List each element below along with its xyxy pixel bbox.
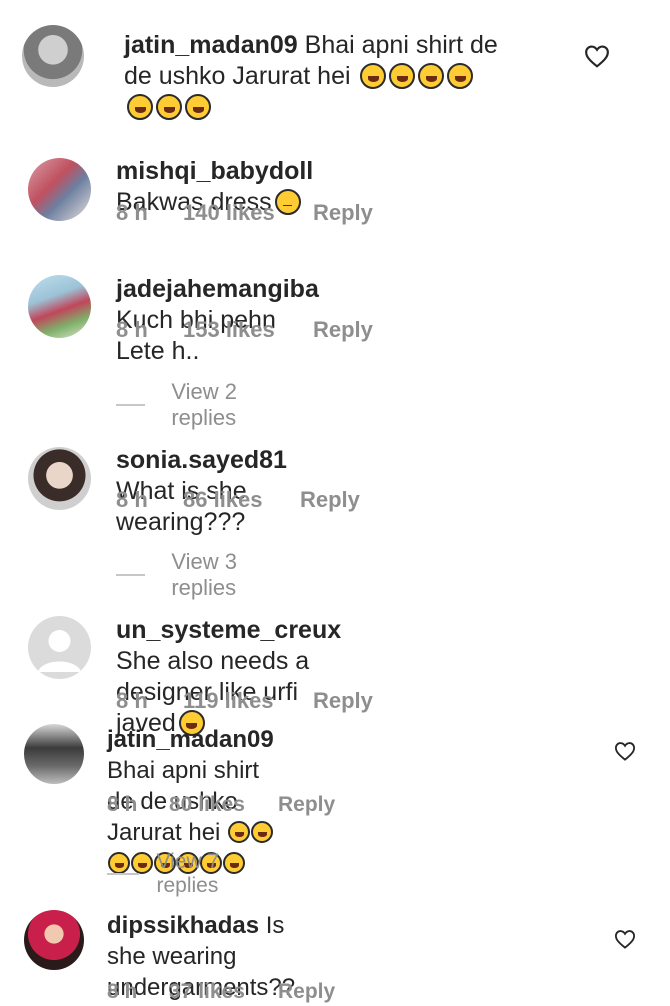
view-replies-label[interactable]: View 2 replies: [171, 379, 254, 431]
comment-username[interactable]: jatin_madan09: [124, 31, 298, 59]
default-avatar-icon: [38, 630, 81, 672]
avatar[interactable]: [24, 910, 84, 970]
comment-username[interactable]: dipssikhadas: [107, 912, 259, 939]
likes-count[interactable]: 80 likes: [169, 793, 278, 817]
rofl-emoji: [156, 94, 182, 120]
divider: [116, 574, 146, 576]
avatar[interactable]: [24, 724, 84, 784]
heart-outline-icon[interactable]: [614, 741, 636, 761]
reply-button[interactable]: Reply: [313, 317, 373, 343]
comment-text: She also needs a: [116, 647, 310, 675]
rofl-emoji: [185, 94, 211, 120]
comment-timestamp: 8 h: [107, 980, 138, 1003]
divider: [116, 404, 146, 406]
divider: [107, 873, 140, 875]
rofl-emoji: [418, 63, 445, 89]
avatar[interactable]: [28, 275, 91, 338]
likes-count[interactable]: 153 likes: [183, 317, 313, 343]
comment-text: Bhai apni shirt de: [304, 31, 498, 59]
view-replies-button[interactable]: View 3 replies: [116, 549, 255, 601]
comment-timestamp: 8 h: [116, 487, 148, 512]
avatar[interactable]: [28, 616, 91, 679]
likes-count[interactable]: 119 likes: [183, 688, 313, 714]
likes-count[interactable]: 86 likes: [183, 487, 300, 513]
rofl-emoji: [447, 63, 474, 89]
comment-username[interactable]: un_systeme_creux: [116, 616, 341, 644]
comment-text: Jarurat hei: [107, 819, 221, 846]
comment-username[interactable]: mishqi_babydoll: [116, 157, 313, 185]
avatar[interactable]: [28, 447, 91, 510]
rofl-emoji: [228, 821, 251, 843]
comment-text: de ushko Jarurat hei: [124, 62, 351, 90]
comment-username[interactable]: sonia.sayed81: [116, 446, 287, 474]
heart-outline-icon[interactable]: [614, 929, 636, 949]
comment-timestamp: 8 h: [107, 793, 138, 816]
comment-timestamp: 8 h: [116, 317, 148, 342]
reply-button[interactable]: Reply: [278, 793, 335, 817]
rofl-emoji: [127, 94, 153, 120]
heart-outline-icon[interactable]: [584, 44, 610, 68]
comment-timestamp: 8 h: [116, 688, 148, 713]
rofl-emoji: [251, 821, 274, 843]
reply-button[interactable]: Reply: [313, 200, 373, 226]
likes-count[interactable]: 140 likes: [183, 200, 313, 226]
likes-count[interactable]: 37 likes: [169, 980, 278, 1004]
reply-button[interactable]: Reply: [300, 487, 360, 513]
reply-button[interactable]: Reply: [278, 980, 335, 1004]
view-replies-label[interactable]: View 7 replies: [156, 850, 237, 898]
view-replies-label[interactable]: View 3 replies: [171, 549, 254, 601]
comment-username[interactable]: jatin_madan09: [107, 726, 274, 753]
rofl-emoji: [360, 63, 387, 89]
avatar[interactable]: [22, 25, 84, 87]
reply-button[interactable]: Reply: [313, 688, 373, 714]
avatar[interactable]: [28, 158, 91, 221]
comment-username[interactable]: jadejahemangiba: [116, 275, 319, 303]
comment-timestamp: 8 h: [116, 200, 148, 225]
view-replies-button[interactable]: View 2 replies: [116, 379, 255, 431]
rofl-emoji: [389, 63, 416, 89]
view-replies-button[interactable]: View 7 replies: [107, 850, 238, 898]
